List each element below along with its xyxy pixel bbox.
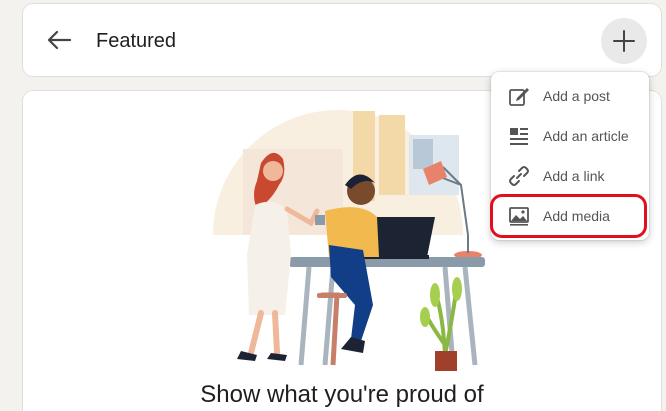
arrow-left-icon bbox=[47, 30, 72, 50]
link-icon bbox=[509, 166, 529, 186]
add-featured-button[interactable] bbox=[601, 18, 647, 64]
menu-item-add-media[interactable]: Add media bbox=[491, 198, 649, 234]
menu-item-label: Add a link bbox=[543, 168, 605, 184]
page: Featured Show what you're proud of Add a… bbox=[0, 0, 666, 411]
article-icon bbox=[510, 128, 528, 145]
back-button[interactable] bbox=[45, 26, 73, 54]
menu-item-label: Add a post bbox=[543, 88, 610, 104]
page-title: Featured bbox=[96, 30, 177, 52]
featured-subtitle: Show what you're proud of bbox=[200, 381, 484, 408]
menu-item-add-link[interactable]: Add a link bbox=[491, 158, 649, 194]
people-at-desk-illustration bbox=[213, 110, 485, 371]
pencil-square-icon bbox=[509, 88, 529, 106]
plus-icon bbox=[613, 30, 635, 52]
image-icon bbox=[509, 207, 529, 226]
menu-item-add-article[interactable]: Add an article bbox=[491, 118, 649, 154]
add-featured-menu: Add a post Add an article Add a link Add… bbox=[491, 72, 649, 240]
menu-item-add-post[interactable]: Add a post bbox=[491, 78, 649, 114]
menu-item-label: Add media bbox=[543, 208, 610, 224]
menu-item-label: Add an article bbox=[543, 128, 629, 144]
featured-header: Featured bbox=[23, 4, 661, 76]
